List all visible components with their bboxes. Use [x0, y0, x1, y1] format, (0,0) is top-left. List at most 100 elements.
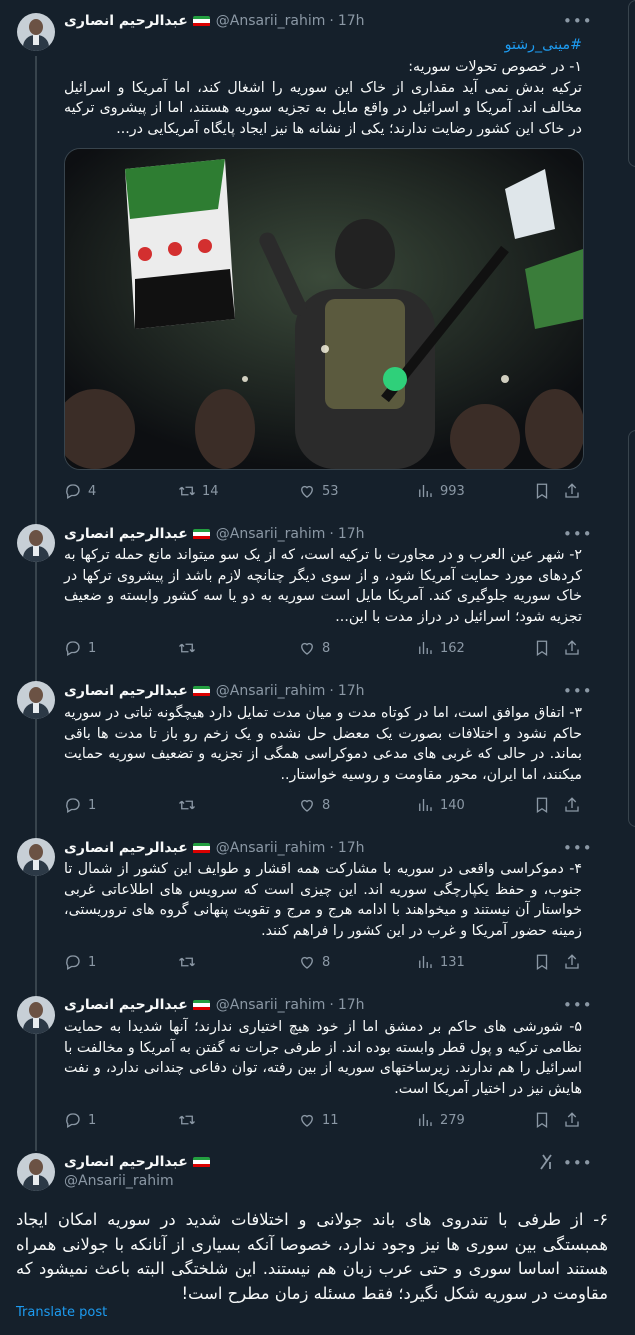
author-name[interactable]: عبدالرحیم انصاری	[64, 13, 188, 29]
more-icon[interactable]: •••	[563, 1156, 592, 1176]
thread-connector	[35, 56, 37, 1151]
iran-flag-icon	[192, 528, 210, 540]
author-name[interactable]: عبدالرحیم انصاری	[64, 1154, 188, 1170]
iran-flag-icon	[192, 842, 210, 854]
bookmark-button[interactable]	[533, 1110, 551, 1130]
reply-icon	[66, 484, 80, 499]
share-icon	[565, 483, 579, 498]
like-button[interactable]: 11	[298, 1110, 339, 1130]
tweet-text: ۲- شهر عین العرب و در مجاورت با ترکیه اس…	[64, 547, 582, 625]
views-icon	[419, 799, 432, 811]
timestamp[interactable]: 17h	[338, 526, 365, 542]
tweet-text: ۵- شورشی های حاکم بر دمشق اما از خود هیچ…	[64, 1019, 582, 1097]
iran-flag-icon	[192, 999, 210, 1011]
author-handle[interactable]: @Ansarii_rahim	[216, 683, 326, 699]
author-name[interactable]: عبدالرحیم انصاری	[64, 997, 188, 1013]
reply-button[interactable]: 1	[64, 638, 96, 658]
author-name[interactable]: عبدالرحیم انصاری	[64, 840, 188, 856]
reply-button[interactable]: 1	[64, 795, 96, 815]
translate-post-link[interactable]: Translate post	[16, 1305, 107, 1320]
avatar[interactable]	[17, 681, 55, 719]
side-panel-edge	[628, 430, 635, 827]
timestamp[interactable]: 17h	[338, 997, 365, 1013]
tweet-text: ۴- دموکراسی واقعی در سوریه با مشارکت همه…	[64, 861, 582, 939]
timestamp[interactable]: 17h	[338, 840, 365, 856]
side-panel-edge	[628, 0, 635, 167]
heart-icon	[301, 1114, 313, 1127]
views-button[interactable]: 279	[416, 1110, 465, 1130]
tweet-hashtag[interactable]: #مینی_رشتو	[64, 35, 582, 56]
like-button[interactable]: 8	[298, 795, 330, 815]
views-icon	[419, 485, 432, 497]
main-tweet-text: ۶- از طرفی با تندروی های باند جولانی و ا…	[16, 1210, 608, 1303]
views-icon	[419, 956, 432, 968]
bookmark-icon	[536, 640, 548, 657]
bookmark-button[interactable]	[533, 481, 551, 501]
views-button[interactable]: 162	[416, 638, 465, 658]
author-handle[interactable]: @Ansarii_rahim	[216, 997, 326, 1013]
views-button[interactable]: 993	[416, 481, 465, 501]
author-handle[interactable]: @Ansarii_rahim	[216, 840, 326, 856]
share-button[interactable]	[563, 952, 581, 972]
bookmark-icon	[536, 1112, 548, 1129]
author-name[interactable]: عبدالرحیم انصاری	[64, 683, 188, 699]
reply-button[interactable]: 1	[64, 952, 96, 972]
more-icon[interactable]: •••	[563, 998, 592, 1018]
views-icon	[419, 1114, 432, 1126]
heart-icon	[301, 485, 313, 498]
author-handle[interactable]: @Ansarii_rahim	[216, 13, 326, 29]
reply-button[interactable]: 4	[64, 481, 96, 501]
more-icon[interactable]: •••	[563, 841, 592, 861]
reply-icon	[66, 641, 80, 656]
author-name[interactable]: عبدالرحیم انصاری	[64, 526, 188, 542]
timestamp[interactable]: 17h	[338, 683, 365, 699]
bookmark-icon	[536, 483, 548, 500]
share-button[interactable]	[563, 481, 581, 501]
share-button[interactable]	[563, 638, 581, 658]
bookmark-button[interactable]	[533, 795, 551, 815]
author-handle[interactable]: @Ansarii_rahim	[216, 526, 326, 542]
tweet-header: عبدالرحیم انصاری @Ansarii_rahim · 17h	[64, 683, 365, 699]
reply-button[interactable]: 1	[64, 1110, 96, 1130]
bookmark-button[interactable]	[533, 638, 551, 658]
more-icon[interactable]: •••	[563, 14, 592, 34]
avatar[interactable]	[17, 13, 55, 51]
retweet-button[interactable]	[178, 795, 202, 815]
more-icon[interactable]: •••	[563, 527, 592, 547]
tweet-header: عبدالرحیم انصاری @Ansarii_rahim · 17h	[64, 526, 365, 542]
grok-icon[interactable]	[538, 1153, 554, 1171]
retweet-button[interactable]	[178, 638, 202, 658]
share-icon	[565, 640, 579, 655]
views-button[interactable]: 131	[416, 952, 465, 972]
main-author-name-row: عبدالرحیم انصاری	[64, 1154, 216, 1170]
more-icon[interactable]: •••	[563, 684, 592, 704]
views-button[interactable]: 140	[416, 795, 465, 815]
like-button[interactable]: 53	[298, 481, 339, 501]
avatar[interactable]	[17, 838, 55, 876]
tweet-photo[interactable]	[64, 148, 584, 470]
avatar[interactable]	[17, 524, 55, 562]
timestamp[interactable]: 17h	[338, 13, 365, 29]
retweet-button[interactable]	[178, 952, 202, 972]
share-icon	[565, 1112, 579, 1127]
share-button[interactable]	[563, 795, 581, 815]
avatar[interactable]	[17, 996, 55, 1034]
retweet-button[interactable]	[178, 1110, 202, 1130]
tweet-header: عبدالرحیم انصاری @Ansarii_rahim · 17h	[64, 997, 365, 1013]
tweet-actions: 1 8 131	[64, 952, 586, 972]
bookmark-button[interactable]	[533, 952, 551, 972]
retweet-icon	[179, 643, 195, 653]
tweet-actions: 1 8 162	[64, 638, 586, 658]
reply-icon	[66, 955, 80, 970]
avatar[interactable]	[17, 1153, 55, 1191]
like-button[interactable]: 8	[298, 952, 330, 972]
author-handle[interactable]: @Ansarii_rahim	[64, 1173, 174, 1189]
retweet-button[interactable]: 14	[178, 481, 219, 501]
share-button[interactable]	[563, 1110, 581, 1130]
reply-icon	[66, 1113, 80, 1128]
retweet-icon	[179, 957, 195, 967]
bookmark-icon	[536, 954, 548, 971]
like-button[interactable]: 8	[298, 638, 330, 658]
bookmark-icon	[536, 797, 548, 814]
reply-icon	[66, 798, 80, 813]
